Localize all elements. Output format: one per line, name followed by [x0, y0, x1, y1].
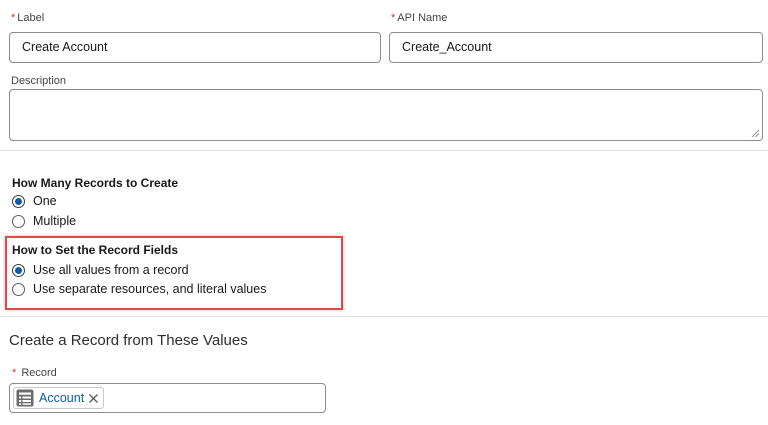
record-pill-label: Account	[39, 391, 85, 405]
api-name-input[interactable]: Create_Account	[389, 32, 763, 63]
radio-unselected-icon[interactable]	[12, 214, 25, 228]
record-section-title: Create a Record from These Values	[9, 332, 248, 349]
close-icon[interactable]	[88, 393, 99, 404]
description-field-title: Description	[11, 75, 67, 87]
record-field-title: * Record	[12, 367, 57, 379]
radio-selected-icon[interactable]	[12, 194, 25, 208]
radio-selected-icon[interactable]	[12, 263, 25, 277]
radio-unselected-icon[interactable]	[12, 282, 25, 296]
radio-option-separate-resources[interactable]: Use separate resources, and literal valu…	[12, 281, 266, 297]
record-pill[interactable]: Account	[13, 387, 105, 409]
section-divider	[0, 316, 768, 317]
record-lookup-input[interactable]: Account	[9, 383, 326, 413]
record-list-icon	[16, 389, 34, 407]
api-name-field-title: * API Name	[391, 12, 448, 24]
radio-option-one[interactable]: One	[12, 193, 57, 209]
radio-option-multiple[interactable]: Multiple	[12, 213, 76, 229]
resize-grip-icon[interactable]	[751, 129, 759, 137]
description-textarea[interactable]	[9, 89, 763, 141]
section-divider	[0, 150, 768, 151]
how-many-records-title: How Many Records to Create	[12, 176, 179, 190]
label-field-title: * Label	[11, 12, 45, 24]
how-to-set-fields-title: How to Set the Record Fields	[12, 243, 179, 257]
radio-option-all-values[interactable]: Use all values from a record	[12, 262, 189, 278]
label-input[interactable]: Create Account	[9, 32, 381, 63]
